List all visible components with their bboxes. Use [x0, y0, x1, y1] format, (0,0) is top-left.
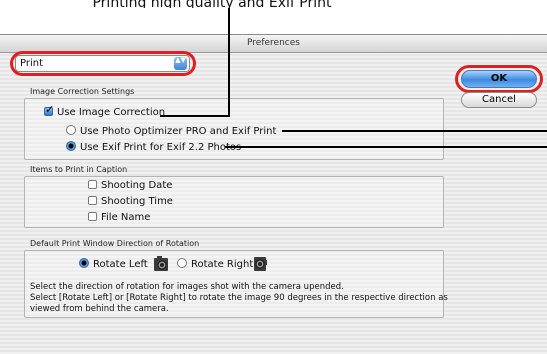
photo-optimizer-label: Use Photo Optimizer PRO and Exif Print [80, 126, 277, 137]
cancel-button[interactable]: Cancel [461, 92, 537, 108]
exif-print-radio[interactable]: Use Exif Print for Exif 2.2 Photos [66, 141, 241, 154]
checkbox-unchecked-icon [88, 212, 97, 221]
popup-callout-ring [10, 51, 196, 76]
shooting-time-checkbox[interactable]: Shooting Time [88, 196, 173, 208]
rotate-right-label: Rotate Right [191, 259, 254, 270]
file-name-label: File Name [101, 212, 151, 223]
checkbox-unchecked-icon [88, 180, 97, 189]
radio-selected-icon [79, 258, 89, 268]
rotation-title: Default Print Window Direction of Rotati… [30, 239, 200, 248]
callout-line-vertical [228, 8, 230, 116]
rotate-left-radio[interactable]: Rotate Left [79, 258, 148, 271]
rotate-right-radio[interactable]: Rotate Right [177, 258, 253, 271]
radio-unselected-icon [177, 258, 187, 268]
callout-line-use-correction [160, 115, 230, 117]
shooting-time-label: Shooting Time [101, 196, 173, 207]
caption-items-group [24, 176, 444, 228]
annotation-caption: Printing high quality and Exif Print [92, 0, 332, 8]
checkbox-unchecked-icon [88, 196, 97, 205]
callout-line-optimizer [282, 130, 547, 132]
callout-line-exif [225, 146, 547, 148]
camera-rotate-left-icon [154, 256, 168, 271]
shooting-date-checkbox[interactable]: Shooting Date [88, 180, 172, 192]
radio-unselected-icon [66, 125, 76, 135]
rotation-help-line-2: Select [Rotate Left] or [Rotate Right] t… [30, 293, 448, 314]
image-correction-title: Image Correction Settings [30, 87, 135, 96]
ok-button[interactable]: OK [461, 70, 537, 88]
camera-rotate-right-icon [254, 257, 267, 271]
photo-optimizer-radio[interactable]: Use Photo Optimizer PRO and Exif Print [66, 125, 276, 138]
use-image-correction-checkbox[interactable]: Use Image Correction [44, 104, 166, 119]
rotation-help-line-1: Select the direction of rotation for ima… [30, 282, 344, 292]
shooting-date-label: Shooting Date [101, 180, 173, 191]
rotation-help-text: Select the direction of rotation for ima… [30, 282, 450, 315]
use-image-correction-label: Use Image Correction [57, 107, 166, 118]
rotate-left-label: Rotate Left [93, 259, 148, 270]
exif-print-label: Use Exif Print for Exif 2.2 Photos [80, 142, 242, 153]
checkbox-checked-icon [44, 104, 54, 116]
caption-items-title: Items to Print in Caption [30, 165, 128, 174]
radio-selected-icon [66, 141, 76, 151]
file-name-checkbox[interactable]: File Name [88, 212, 150, 224]
